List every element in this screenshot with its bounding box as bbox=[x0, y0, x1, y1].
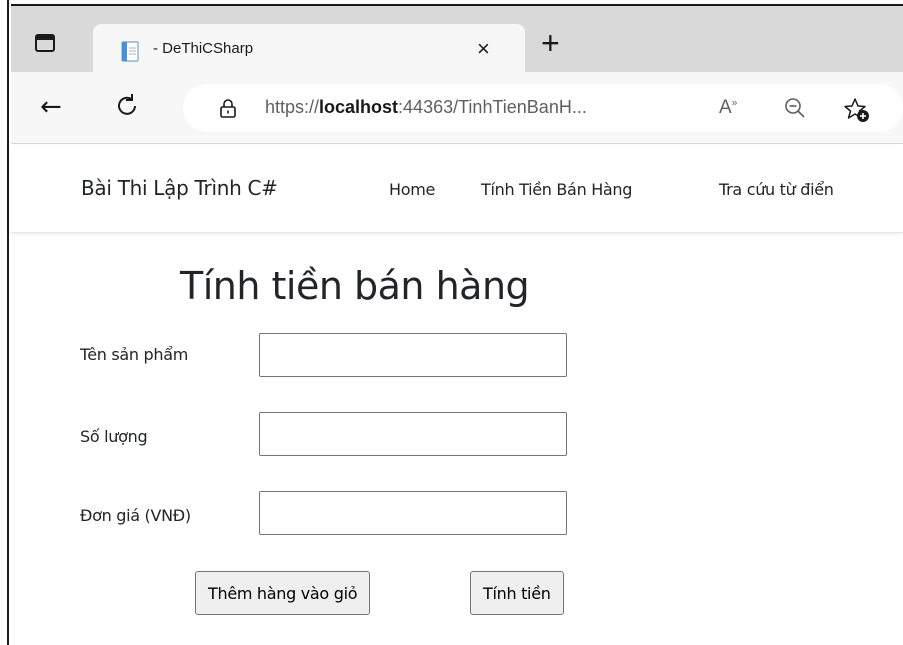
nav-link-sales[interactable]: Tính Tiền Bán Hàng bbox=[481, 180, 632, 199]
back-arrow-icon[interactable]: ← bbox=[40, 94, 62, 120]
url-path: :44363/TinhTienBanH... bbox=[398, 97, 587, 117]
read-aloud-glyph: A bbox=[719, 97, 732, 118]
new-tab-icon[interactable]: + bbox=[541, 27, 560, 59]
calculate-button[interactable]: Tính tiền bbox=[470, 571, 564, 615]
tab-title: - DeThiCSharp bbox=[153, 40, 254, 57]
window-menu-icon[interactable] bbox=[35, 34, 55, 52]
close-icon[interactable]: × bbox=[477, 36, 490, 62]
page-favicon-icon bbox=[121, 41, 139, 62]
add-to-cart-button[interactable]: Thêm hàng vào giỏ bbox=[195, 571, 371, 615]
url-prefix: https:// bbox=[265, 97, 320, 117]
window-left-edge bbox=[0, 0, 9, 645]
tab-active[interactable]: - DeThiCSharp × bbox=[93, 24, 525, 76]
unit-price-field[interactable] bbox=[259, 491, 567, 535]
reload-icon[interactable] bbox=[113, 92, 141, 120]
url-text[interactable]: https://localhost:44363/TinhTienBanH... bbox=[265, 97, 587, 118]
quantity-label: Số lượng bbox=[80, 427, 148, 446]
page-title: Tính tiền bán hàng bbox=[180, 264, 530, 308]
nav-link-dictionary[interactable]: Tra cứu từ điển bbox=[719, 180, 834, 199]
address-bar[interactable]: https://localhost:44363/TinhTienBanH... … bbox=[183, 84, 903, 132]
product-name-field[interactable] bbox=[259, 333, 567, 377]
quantity-field[interactable] bbox=[259, 412, 567, 456]
tab-strip: - DeThiCSharp × + bbox=[11, 4, 903, 76]
browser-toolbar: ← https://localhost:44363/TinhTienBanH..… bbox=[11, 72, 903, 144]
product-name-label: Tên sản phẩm bbox=[80, 345, 189, 364]
url-host: localhost bbox=[319, 97, 399, 117]
add-favorite-icon[interactable] bbox=[843, 96, 871, 124]
site-navbar: Bài Thi Lập Trình C# Home Tính Tiền Bán … bbox=[11, 145, 903, 233]
read-aloud-icon[interactable]: A» bbox=[719, 97, 737, 119]
unit-price-label: Đơn giá (VNĐ) bbox=[80, 506, 191, 525]
nav-link-home[interactable]: Home bbox=[389, 180, 435, 199]
brand-link[interactable]: Bài Thi Lập Trình C# bbox=[81, 176, 278, 200]
zoom-out-icon[interactable] bbox=[783, 96, 807, 120]
read-aloud-mark: » bbox=[731, 97, 738, 109]
lock-icon[interactable] bbox=[219, 98, 237, 118]
